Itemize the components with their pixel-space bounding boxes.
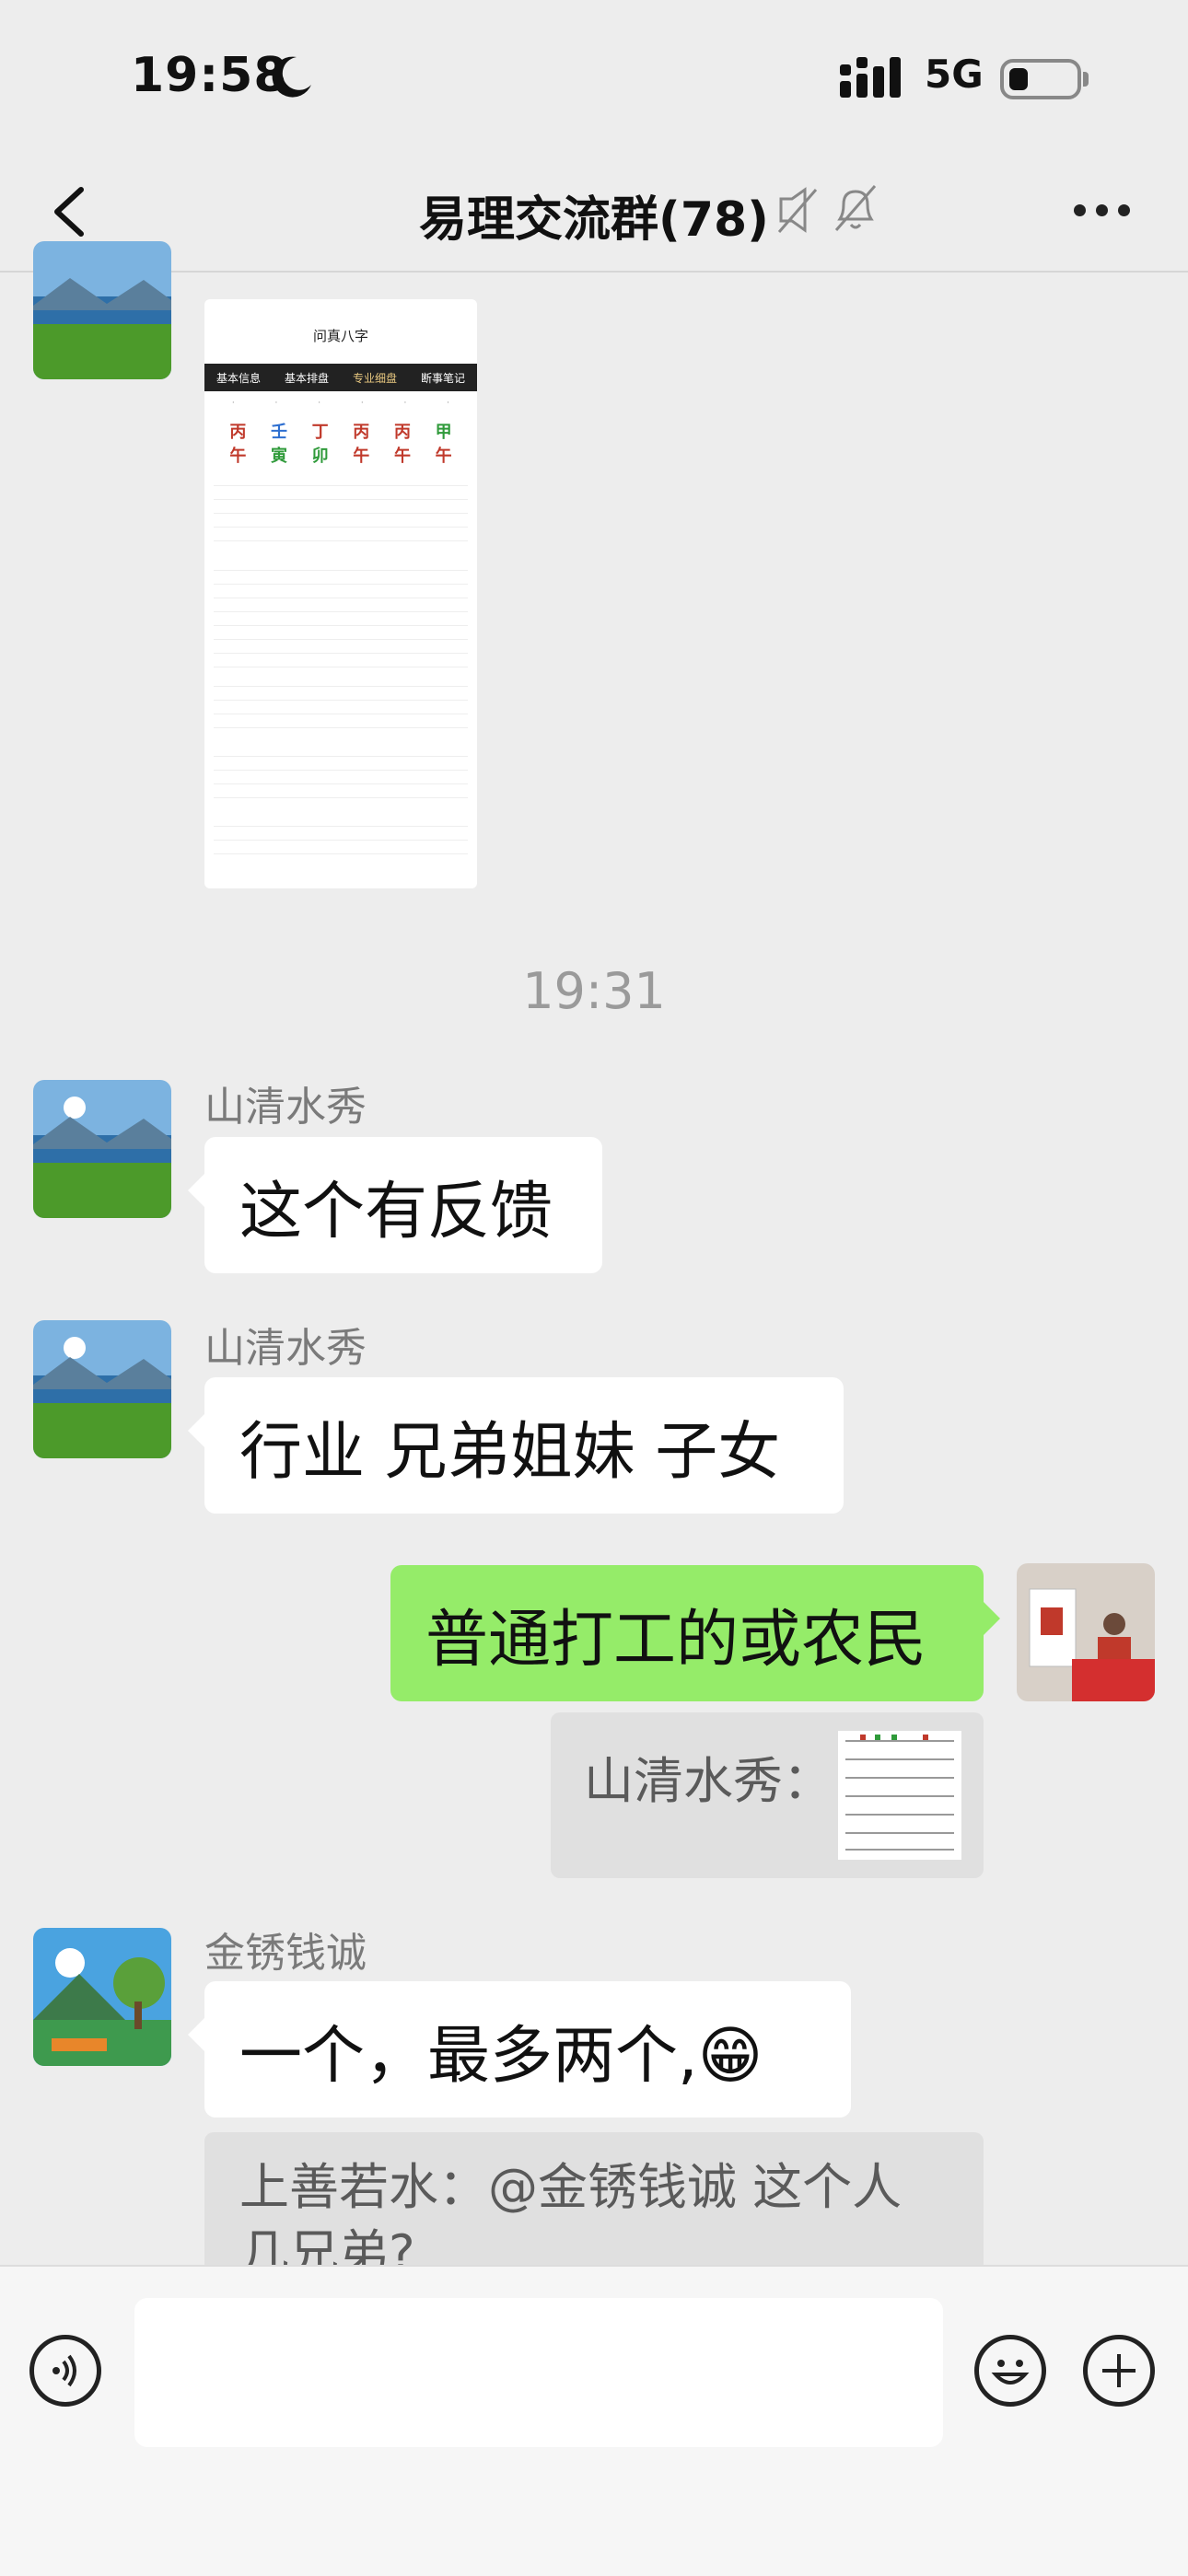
my-avatar[interactable] — [1017, 1563, 1155, 1701]
avatar-shanqing[interactable] — [33, 1080, 171, 1218]
chat-timestamp: 19:31 — [522, 962, 666, 1020]
voice-input-icon[interactable] — [29, 2335, 101, 2407]
battery-cap — [1083, 72, 1089, 87]
chat-title: 易理交流群(78) — [419, 192, 769, 248]
battery-icon — [1000, 59, 1081, 99]
shot-detail-rows — [214, 557, 468, 667]
message-bubble[interactable]: 行业 兄弟姐妹 子女 — [188, 1377, 844, 1514]
quoted-message[interactable]: 山清水秀： — [551, 1712, 984, 1878]
more-icon[interactable] — [1074, 203, 1140, 220]
shot-liuyue-rows — [214, 813, 468, 859]
my-message-bubble[interactable]: 普通打工的或农民 — [390, 1565, 1000, 1701]
shot-tab: 基本信息 — [215, 371, 261, 385]
message-input[interactable] — [134, 2298, 943, 2447]
sender-name: 金锈钱诚 — [204, 1930, 367, 1977]
shot-dayun-rows — [214, 673, 468, 737]
shot-detail-rows — [214, 472, 468, 551]
signal-icon — [840, 57, 901, 98]
message-bubble[interactable]: 这个有反馈 — [188, 1137, 602, 1273]
quote-sender: 山清水秀： — [584, 1752, 833, 1810]
voice-mute-icon — [777, 187, 818, 233]
moon-icon — [272, 56, 311, 98]
shot-tab: 基本排盘 — [284, 371, 329, 385]
shot-title: 问真八字 — [312, 328, 368, 344]
avatar-shanqing[interactable] — [33, 241, 171, 379]
shot-branches: 午寅卯午午午 — [229, 447, 452, 466]
network-label: 5G — [925, 52, 984, 97]
bell-mute-icon — [834, 185, 877, 231]
avatar-shanqing[interactable] — [33, 1320, 171, 1458]
quote-image-thumbnail — [838, 1731, 961, 1860]
bazi-screenshot-image[interactable]: 问真八字 基本信息 基本排盘 专业细盘 断事笔记 · · · · · · 丙壬丁丙丙甲 午… — [204, 299, 477, 888]
shot-tab: 专业细盘 — [352, 371, 397, 385]
status-time: 19:58 — [131, 48, 288, 103]
shot-liunian-rows — [214, 743, 468, 807]
avatar-jinxiu[interactable] — [33, 1928, 171, 2066]
shot-stems: 丙壬丁丙丙甲 — [229, 423, 452, 442]
message-bubble[interactable]: 一个，最多两个,😁 — [188, 1981, 851, 2118]
emoji-icon[interactable] — [974, 2335, 1046, 2407]
shot-tab: 断事笔记 — [420, 371, 465, 385]
plus-icon[interactable] — [1083, 2335, 1155, 2407]
quote-text: 上善若水：@金锈钱诚 这个人几兄弟? — [239, 2158, 903, 2282]
sender-name: 山清水秀 — [204, 1084, 367, 1131]
sender-name: 山清水秀 — [204, 1325, 367, 1372]
